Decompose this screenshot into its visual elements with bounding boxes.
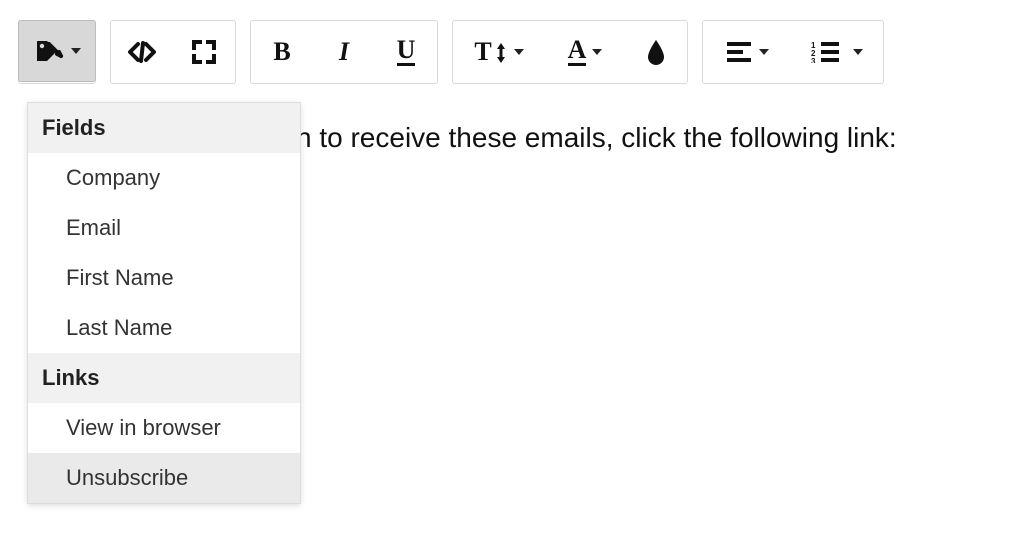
insert-tag-dropdown-menu: Fields Company Email First Name Last Nam… [27, 102, 301, 504]
chevron-down-icon [514, 49, 524, 55]
droplet-icon [645, 38, 667, 66]
font-size-dropdown-button[interactable]: T [453, 21, 545, 83]
body-text-fragment: sh to receive these emails, click the fo… [282, 122, 897, 153]
codeview-button[interactable] [111, 21, 173, 83]
chevron-down-icon [853, 49, 863, 55]
dropdown-item-email[interactable]: Email [28, 203, 300, 253]
toolbar-group-font: T A [452, 20, 688, 84]
tag-icon [33, 38, 65, 64]
dropdown-item-unsubscribe[interactable]: Unsubscribe [28, 453, 300, 503]
font-size-glyph: T [474, 39, 507, 65]
italic-button[interactable]: I [313, 21, 375, 83]
font-color-glyph: A [568, 38, 587, 65]
dropdown-item-view-in-browser[interactable]: View in browser [28, 403, 300, 453]
fullscreen-button[interactable] [173, 21, 235, 83]
align-left-icon [725, 41, 753, 63]
list-dropdown-button[interactable]: 1 2 3 [791, 21, 883, 83]
dropdown-group-header-links: Links [28, 353, 300, 403]
toolbar-group-style: B I U [250, 20, 438, 84]
fullscreen-icon [191, 39, 217, 65]
chevron-down-icon [759, 49, 769, 55]
bold-glyph: B [273, 37, 290, 67]
dropdown-item-last-name[interactable]: Last Name [28, 303, 300, 353]
underline-button[interactable]: U [375, 21, 437, 83]
alignment-dropdown-button[interactable] [703, 21, 791, 83]
dropdown-item-first-name[interactable]: First Name [28, 253, 300, 303]
insert-tag-dropdown-button[interactable] [18, 20, 96, 82]
highlight-color-button[interactable] [625, 21, 687, 83]
editor-toolbar: B I U T A [0, 0, 1011, 84]
toolbar-group-insert [18, 20, 96, 84]
chevron-down-icon [592, 49, 602, 55]
bold-button[interactable]: B [251, 21, 313, 83]
font-color-dropdown-button[interactable]: A [545, 21, 625, 83]
dropdown-group-header-fields: Fields [28, 103, 300, 153]
chevron-down-icon [71, 48, 81, 54]
toolbar-group-paragraph: 1 2 3 [702, 20, 884, 84]
toolbar-group-view [110, 20, 236, 84]
svg-text:3: 3 [811, 57, 816, 63]
code-icon [127, 40, 157, 64]
ordered-list-icon: 1 2 3 [811, 41, 841, 63]
dropdown-item-company[interactable]: Company [28, 153, 300, 203]
italic-glyph: I [339, 37, 349, 67]
underline-glyph: U [397, 38, 416, 65]
